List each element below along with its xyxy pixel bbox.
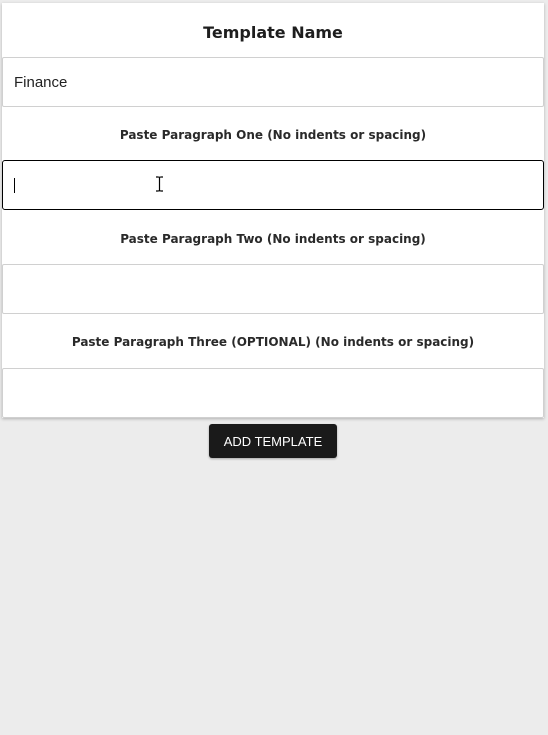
form-title: Template Name xyxy=(203,23,343,42)
text-cursor-icon xyxy=(156,176,163,192)
text-caret xyxy=(14,178,15,193)
paragraph-two-label: Paste Paragraph Two (No indents or spaci… xyxy=(120,232,426,246)
paragraph-one-field[interactable] xyxy=(2,160,544,210)
paragraph-two-field[interactable] xyxy=(2,264,544,314)
add-template-button[interactable]: ADD TEMPLATE xyxy=(209,424,337,458)
template-form-card: Template Name Finance Paste Paragraph On… xyxy=(2,3,544,418)
template-name-field[interactable]: Finance xyxy=(2,57,544,107)
paragraph-three-field[interactable] xyxy=(2,368,544,418)
paragraph-three-label: Paste Paragraph Three (OPTIONAL) (No ind… xyxy=(71,335,475,349)
paragraph-one-label: Paste Paragraph One (No indents or spaci… xyxy=(119,128,427,142)
template-name-value: Finance xyxy=(14,74,68,91)
